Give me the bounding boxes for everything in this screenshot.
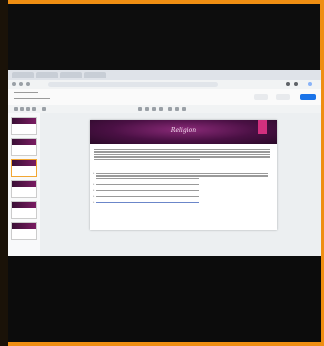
slide-bullet — [93, 195, 270, 199]
url-field[interactable] — [48, 82, 218, 87]
paint-format-icon[interactable] — [32, 107, 36, 111]
profile-avatar[interactable] — [308, 82, 312, 86]
current-slide[interactable]: Religion — [90, 120, 277, 230]
slide-thumbnail-selected[interactable] — [11, 159, 37, 177]
accent-tab — [258, 120, 267, 134]
left-edge-strip — [0, 0, 8, 346]
slide-bullet — [93, 189, 270, 193]
background-icon[interactable] — [168, 107, 172, 111]
back-icon[interactable] — [12, 82, 16, 86]
share-button[interactable] — [300, 94, 316, 100]
slide-thumbnail[interactable] — [11, 117, 37, 135]
shape-icon[interactable] — [152, 107, 156, 111]
slide-intro-paragraph — [94, 148, 272, 161]
browser-tab[interactable] — [84, 72, 106, 78]
browser-tab[interactable] — [36, 72, 58, 78]
slide-filmstrip — [8, 113, 41, 256]
document-title[interactable] — [14, 91, 38, 94]
forward-icon[interactable] — [19, 82, 23, 86]
slide-bullet — [93, 183, 270, 187]
zoom-icon[interactable] — [42, 107, 46, 111]
slide-thumbnail[interactable] — [11, 138, 37, 156]
browser-tab[interactable] — [12, 72, 34, 78]
redo-icon[interactable] — [20, 107, 24, 111]
extension-icon[interactable] — [294, 82, 298, 86]
video-lower-area — [8, 256, 321, 342]
slide-thumbnail[interactable] — [11, 201, 37, 219]
slide-title: Religion — [170, 127, 197, 134]
extension-icon[interactable] — [286, 82, 290, 86]
menu-bar — [14, 97, 50, 100]
slide-bullet — [93, 172, 270, 180]
comments-button[interactable] — [276, 94, 290, 100]
present-button[interactable] — [254, 94, 268, 100]
slide-thumbnail[interactable] — [11, 180, 37, 198]
slides-app-header — [8, 89, 321, 106]
slide-bullet — [93, 201, 270, 205]
line-icon[interactable] — [159, 107, 163, 111]
slide-thumbnail[interactable] — [11, 222, 37, 240]
browser-tab[interactable] — [60, 72, 82, 78]
image-icon[interactable] — [145, 107, 149, 111]
editor-toolbar — [8, 105, 321, 113]
layout-icon[interactable] — [175, 107, 179, 111]
reload-icon[interactable] — [26, 82, 30, 86]
theme-icon[interactable] — [182, 107, 186, 111]
print-icon[interactable] — [26, 107, 30, 111]
text-box-icon[interactable] — [138, 107, 142, 111]
undo-icon[interactable] — [14, 107, 18, 111]
